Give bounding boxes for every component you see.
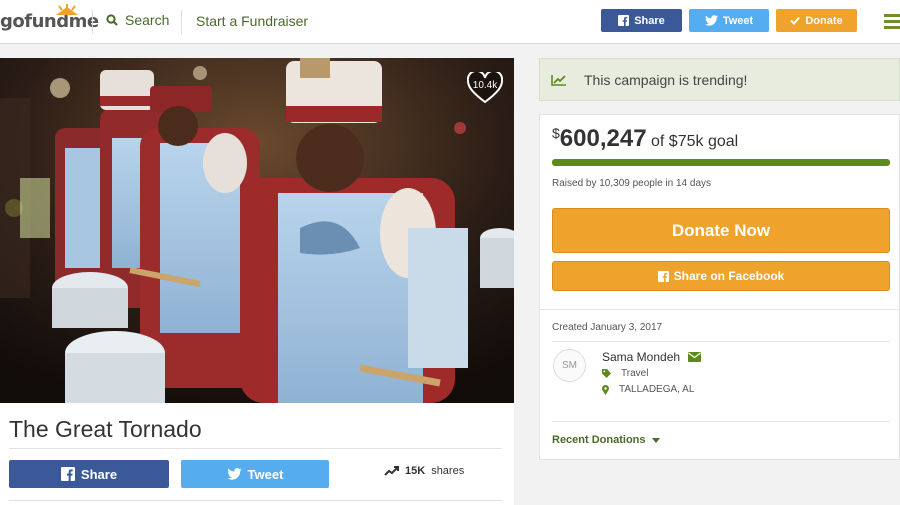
map-marker-icon xyxy=(602,384,609,395)
campaign-photo: 10.4k xyxy=(0,58,514,403)
header-share-label: Share xyxy=(634,14,665,27)
shares-number: 15K xyxy=(405,465,426,477)
header-share-button[interactable]: Share xyxy=(601,9,682,32)
location-label: TALLADEGA, AL xyxy=(619,384,695,395)
share-on-facebook-button[interactable]: Share on Facebook xyxy=(552,261,890,291)
logo-text: gofundme xyxy=(0,10,99,32)
marching-band-image xyxy=(0,58,514,403)
start-fundraiser-link[interactable]: Start a Fundraiser xyxy=(196,13,308,29)
header-donate-button[interactable]: Donate xyxy=(776,9,857,32)
amount-value: 600,247 xyxy=(559,125,647,152)
facebook-share-button[interactable]: Share xyxy=(9,460,169,488)
facebook-share-label: Share xyxy=(80,466,118,482)
header-tweet-button[interactable]: Tweet xyxy=(689,9,769,32)
share-on-facebook-label: Share on Facebook xyxy=(673,269,785,283)
envelope-icon[interactable] xyxy=(688,352,702,362)
organizer-name: Sama Mondeh xyxy=(602,350,681,364)
location-row: TALLADEGA, AL xyxy=(602,384,694,395)
divider xyxy=(552,341,890,342)
recent-donations-toggle[interactable]: Recent Donations xyxy=(552,434,660,446)
facebook-icon xyxy=(60,467,75,481)
trending-text: This campaign is trending! xyxy=(584,71,748,88)
divider xyxy=(9,448,502,449)
tweet-button[interactable]: Tweet xyxy=(181,460,329,488)
currency-symbol: $ xyxy=(552,125,560,141)
recent-donations-label: Recent Donations xyxy=(552,434,646,446)
tag-icon xyxy=(602,369,611,378)
tweet-label: Tweet xyxy=(247,466,284,482)
trending-arrow-icon xyxy=(384,466,399,476)
raised-by-text: Raised by 10,309 people in 14 days xyxy=(552,178,712,189)
category-label[interactable]: Travel xyxy=(621,368,648,379)
search-label: Search xyxy=(125,12,170,28)
header-tweet-label: Tweet xyxy=(722,14,754,27)
progress-bar xyxy=(552,159,890,166)
trending-banner: This campaign is trending! xyxy=(539,58,900,101)
shares-count: 15K shares xyxy=(384,465,464,477)
header-divider xyxy=(181,10,182,34)
created-date: Created January 3, 2017 xyxy=(552,322,663,333)
goal-text: of $75k goal xyxy=(651,133,739,150)
campaign-main: 10.4k The Great Tornado Share Tweet 15K … xyxy=(0,58,514,505)
hamburger-menu-icon[interactable] xyxy=(884,14,900,32)
twitter-icon xyxy=(704,15,718,26)
header-donate-label: Donate xyxy=(805,14,843,27)
avatar: SM xyxy=(553,349,586,382)
category-row: Travel xyxy=(602,368,648,379)
donation-panel: $600,247 of $75k goal Raised by 10,309 p… xyxy=(539,114,900,310)
checkmark-icon xyxy=(790,16,801,25)
gofundme-logo[interactable]: gofundme xyxy=(0,4,99,36)
divider xyxy=(9,500,502,501)
logo-sun-icon xyxy=(56,4,78,15)
organizer-name-row: Sama Mondeh xyxy=(602,350,702,364)
campaign-title: The Great Tornado xyxy=(9,416,202,442)
progress-fill xyxy=(552,159,890,166)
trend-chart-icon xyxy=(551,74,566,86)
search-link[interactable]: Search xyxy=(106,12,169,28)
facebook-icon xyxy=(618,15,630,26)
divider xyxy=(552,421,890,422)
search-icon xyxy=(106,14,118,26)
header-divider xyxy=(92,10,93,34)
heart-counter[interactable]: 10.4k xyxy=(466,69,504,104)
shares-suffix: shares xyxy=(431,465,465,477)
amount-raised: $600,247 of $75k goal xyxy=(552,125,738,153)
heart-count: 10.4k xyxy=(472,80,498,91)
caret-down-icon xyxy=(651,437,660,443)
organizer-panel: Created January 3, 2017 SM Sama Mondeh T… xyxy=(539,310,900,460)
facebook-icon xyxy=(657,270,669,282)
twitter-icon xyxy=(226,468,242,480)
donate-now-button[interactable]: Donate Now xyxy=(552,208,890,253)
top-bar: gofundme Search Start a Fundraiser Share… xyxy=(0,0,900,44)
